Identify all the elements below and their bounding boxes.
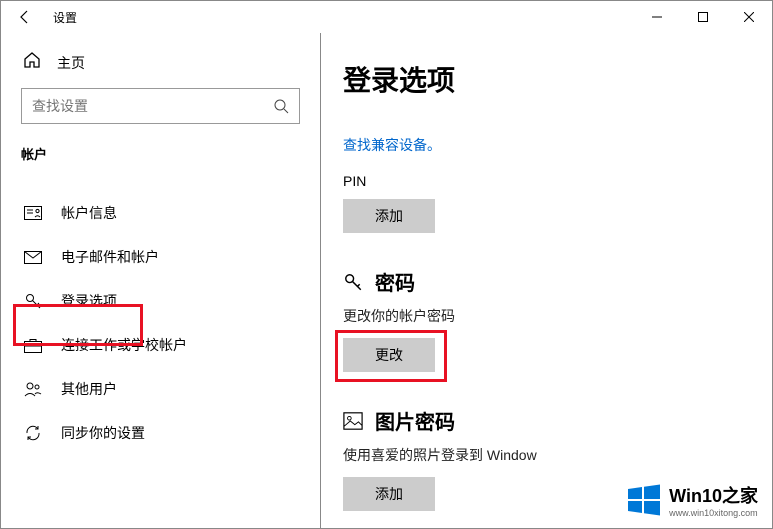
search-input[interactable]: [32, 98, 273, 114]
password-desc: 更改你的帐户密码: [343, 306, 750, 326]
maximize-button[interactable]: [680, 1, 726, 33]
sidebar: 主页 帐户 帐户信息 电子邮件和帐户 登录选项 连接工作或学校帐户: [1, 33, 321, 528]
pin-add-button[interactable]: 添加: [343, 199, 435, 233]
nav-item-signin-options[interactable]: 登录选项: [21, 279, 300, 323]
nav-item-work-school[interactable]: 连接工作或学校帐户: [21, 323, 300, 367]
nav-item-account-info[interactable]: 帐户信息: [21, 191, 300, 235]
window-title: 设置: [53, 9, 77, 26]
nav-label: 同步你的设置: [61, 423, 145, 443]
mail-icon: [23, 251, 43, 264]
password-section: 密码 更改你的帐户密码 更改: [343, 267, 750, 372]
people-icon: [23, 381, 43, 397]
nav-label: 连接工作或学校帐户: [61, 335, 187, 355]
nav-label: 登录选项: [61, 291, 117, 311]
search-box[interactable]: [21, 88, 300, 124]
search-icon: [273, 98, 289, 114]
sync-icon: [23, 424, 43, 442]
home-icon: [23, 51, 41, 74]
password-change-button[interactable]: 更改: [343, 338, 435, 372]
compat-link[interactable]: 查找兼容设备。: [343, 135, 441, 155]
picture-add-button[interactable]: 添加: [343, 477, 435, 511]
picture-desc: 使用喜爱的照片登录到 Window: [343, 445, 750, 465]
nav-label: 帐户信息: [61, 203, 117, 223]
minimize-icon: [652, 12, 662, 22]
nav-list: 帐户信息 电子邮件和帐户 登录选项 连接工作或学校帐户 其他用户 同步你的设置: [21, 191, 300, 455]
window-controls: [634, 1, 772, 33]
picture-icon: [343, 411, 363, 431]
back-button[interactable]: [1, 1, 49, 33]
titlebar: 设置: [1, 1, 772, 33]
nav-item-email[interactable]: 电子邮件和帐户: [21, 235, 300, 279]
picture-heading: 图片密码: [375, 406, 455, 435]
close-button[interactable]: [726, 1, 772, 33]
nav-label: 其他用户: [61, 379, 117, 399]
pin-section: PIN 添加: [343, 173, 750, 233]
minimize-button[interactable]: [634, 1, 680, 33]
watermark: Win10之家 www.win10xitong.com: [621, 480, 764, 520]
windows-logo-icon: [627, 483, 661, 517]
pin-label: PIN: [343, 173, 750, 189]
watermark-brand: Win10之家: [669, 482, 758, 508]
briefcase-icon: [23, 338, 43, 353]
nav-label: 电子邮件和帐户: [61, 247, 159, 267]
content-panel: 登录选项 查找兼容设备。 PIN 添加 密码 更改你的帐户密码 更改 图片密码 …: [321, 33, 772, 528]
page-title: 登录选项: [343, 59, 750, 99]
password-heading: 密码: [375, 267, 415, 296]
maximize-icon: [698, 12, 708, 22]
section-label: 帐户: [21, 144, 300, 163]
nav-item-other-users[interactable]: 其他用户: [21, 367, 300, 411]
id-card-icon: [23, 206, 43, 220]
arrow-left-icon: [17, 9, 33, 25]
close-icon: [744, 12, 754, 22]
home-label: 主页: [57, 53, 85, 73]
home-link[interactable]: 主页: [23, 51, 300, 74]
key-icon: [23, 292, 43, 310]
nav-item-sync[interactable]: 同步你的设置: [21, 411, 300, 455]
watermark-url: www.win10xitong.com: [669, 508, 758, 518]
key-icon: [343, 271, 363, 293]
